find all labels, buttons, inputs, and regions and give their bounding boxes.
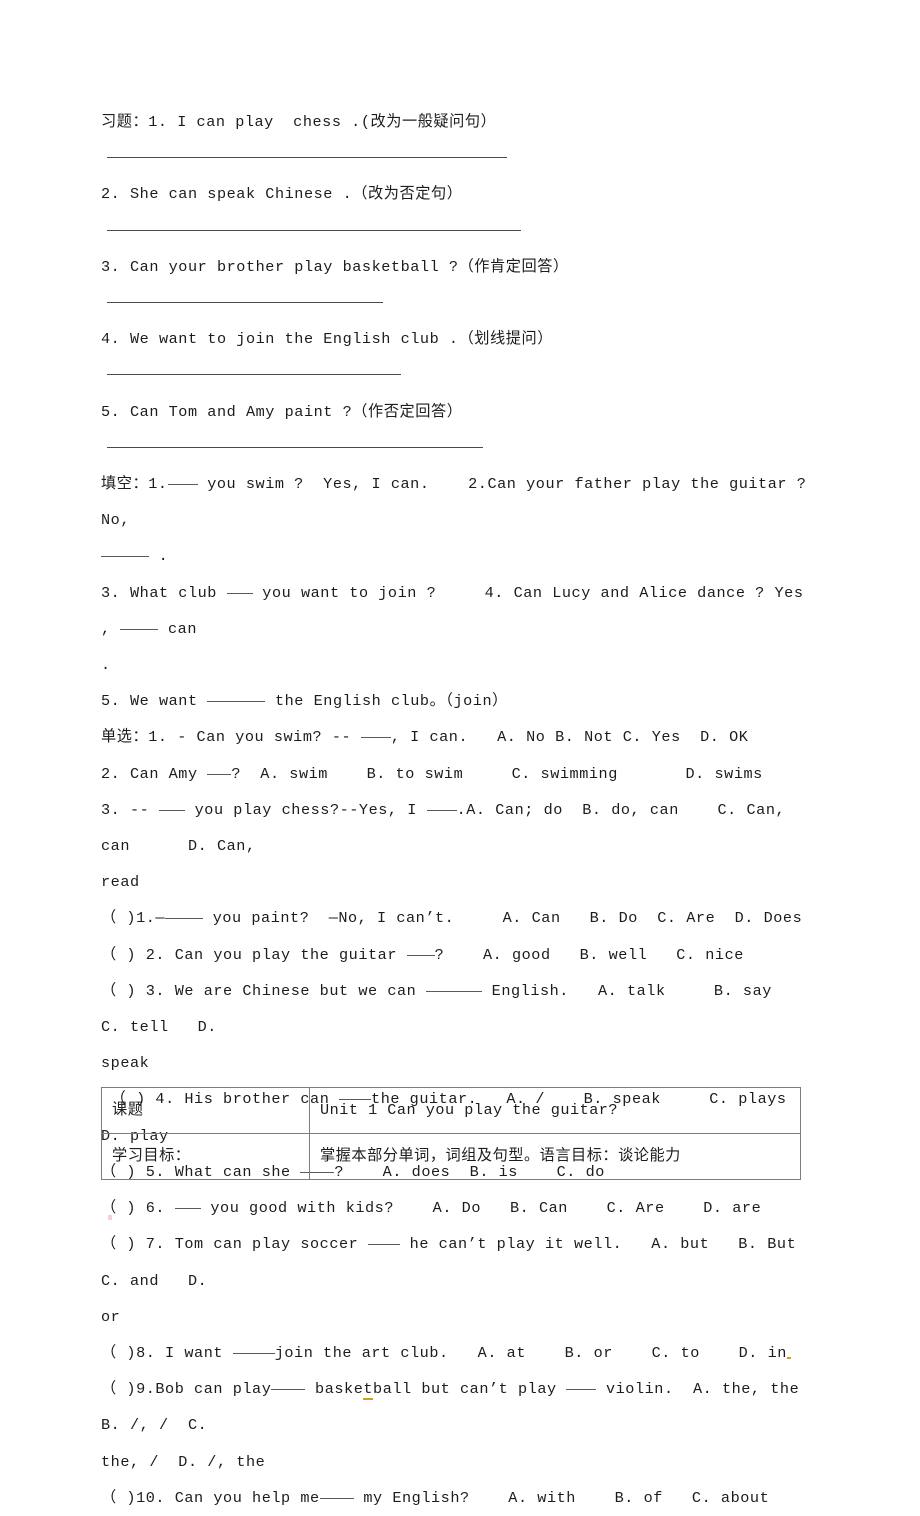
fill-line-3: 3. What club you want to join ? 4. Can L… [101,583,814,638]
rewrite-item-5: 5. Can Tom and Amy paint ?（作否定回答） [101,394,813,466]
table-cell-value: 掌握本部分单词，词组及句型。语言目标：谈论能力 [309,1133,801,1180]
inline-blank [360,737,391,739]
rewrite-item-3: 3. Can your brother play basketball ?（作肯… [101,249,813,321]
rewrite-item-1-text: 习题：1. I can play chess .(改为一般疑问句） [101,113,497,131]
inline-blank [368,1244,401,1246]
inline-blank [120,628,159,630]
table-cell-label: 学习目标： [101,1133,310,1180]
rewrite-item-4-text: 4. We want to join the English club .（划线… [101,330,553,349]
spellcheck-squiggle: t [363,1380,374,1399]
inline-blank [226,592,253,594]
choice-line-1: 单选：1. - Can you swim? -- , I can. A. No … [101,728,749,747]
bracket-question-3: （ ) 3. We are Chinese but we can English… [101,981,830,1037]
inline-blank [426,809,457,811]
bracket-question-2: （ ) 2. Can you play the guitar ? A. good… [101,945,744,964]
fill-line-4: . [101,656,111,675]
answer-rule-2 [107,229,521,231]
document-page: 习题：1. I can play chess .(改为一般疑问句） 2. She… [0,0,920,1507]
inline-blank [207,773,232,775]
rewrite-item-5-text: 5. Can Tom and Amy paint ?（作否定回答） [101,402,463,421]
table-row: 学习目标： 掌握本部分单词，词组及句型。语言目标：谈论能力 [101,1133,801,1180]
choice-line-3: 3. -- you play chess?--Yes, I .A. Can; d… [101,800,795,856]
choice-line-4: read [101,873,140,892]
inline-blank [232,1352,275,1354]
fill-line-2: . [101,538,813,574]
inline-blank [406,954,435,956]
rewrite-item-1: 习题：1. I can play chess .(改为一般疑问句） [101,104,813,176]
rewrite-item-4: 4. We want to join the English club .（划线… [101,321,813,393]
inline-blank [158,809,185,811]
bracket-question-8: （ )8. I want join the art club. A. at B.… [101,1343,791,1362]
bracket-question-6: （ ) 6. you good with kids? A. Do B. Can … [101,1199,762,1218]
fill-line-1: 填空：1. you swim ? Yes, I can. 2.Can your … [101,475,836,530]
bracket-question-7-cont: or [101,1307,121,1326]
inline-blank [566,1389,597,1391]
table-row: 课题 Unit 1 Can you play the guitar? [101,1087,801,1134]
inline-blank [174,1208,201,1210]
rewrite-item-2-text: 2. She can speak Chinese .（改为否定句） [101,185,463,204]
fill-line-5: 5. We want the English club。（join） [101,692,508,711]
answer-rule-1 [107,157,507,159]
table-cell-label: 课题 [101,1087,310,1134]
table-cell-value: Unit 1 Can you play the guitar? [309,1087,801,1134]
inline-blank [165,918,204,920]
rewrite-item-2: 2. She can speak Chinese .（改为否定句） [101,176,813,248]
bracket-question-9-cont: the, / D. /, the [101,1452,266,1471]
inline-blank [271,1389,306,1391]
bracket-question-7: （ ) 7. Tom can play soccer he can’t play… [101,1235,826,1290]
bracket-question-10: （ )10. Can you help me my English? A. wi… [101,1488,770,1507]
choice-line-2: 2. Can Amy ? A. swim B. to swim C. swimm… [101,764,763,783]
bracket-question-1: （ )1.— you paint? —No, I can’t. A. Can B… [101,909,803,928]
inline-blank [207,701,266,703]
answer-rule-3 [107,302,383,304]
inline-blank [426,990,482,992]
rewrite-item-3-text: 3. Can your brother play basketball ?（作肯… [101,257,569,276]
page-artifact-mark [108,1215,112,1220]
bracket-question-3-cont: speak [101,1054,150,1073]
document-body: 习题：1. I can play chess .(改为一般疑问句） 2. She… [101,104,813,1516]
answer-rule-4 [107,374,401,376]
lesson-info-table: 课题 Unit 1 Can you play the guitar? 学习目标：… [101,1087,801,1180]
inline-blank [101,556,149,558]
inline-blank [167,484,198,486]
bracket-question-9: （ )9.Bob can play basketball but can’t p… [101,1380,829,1435]
inline-blank [319,1497,354,1499]
answer-rule-5 [107,446,483,448]
